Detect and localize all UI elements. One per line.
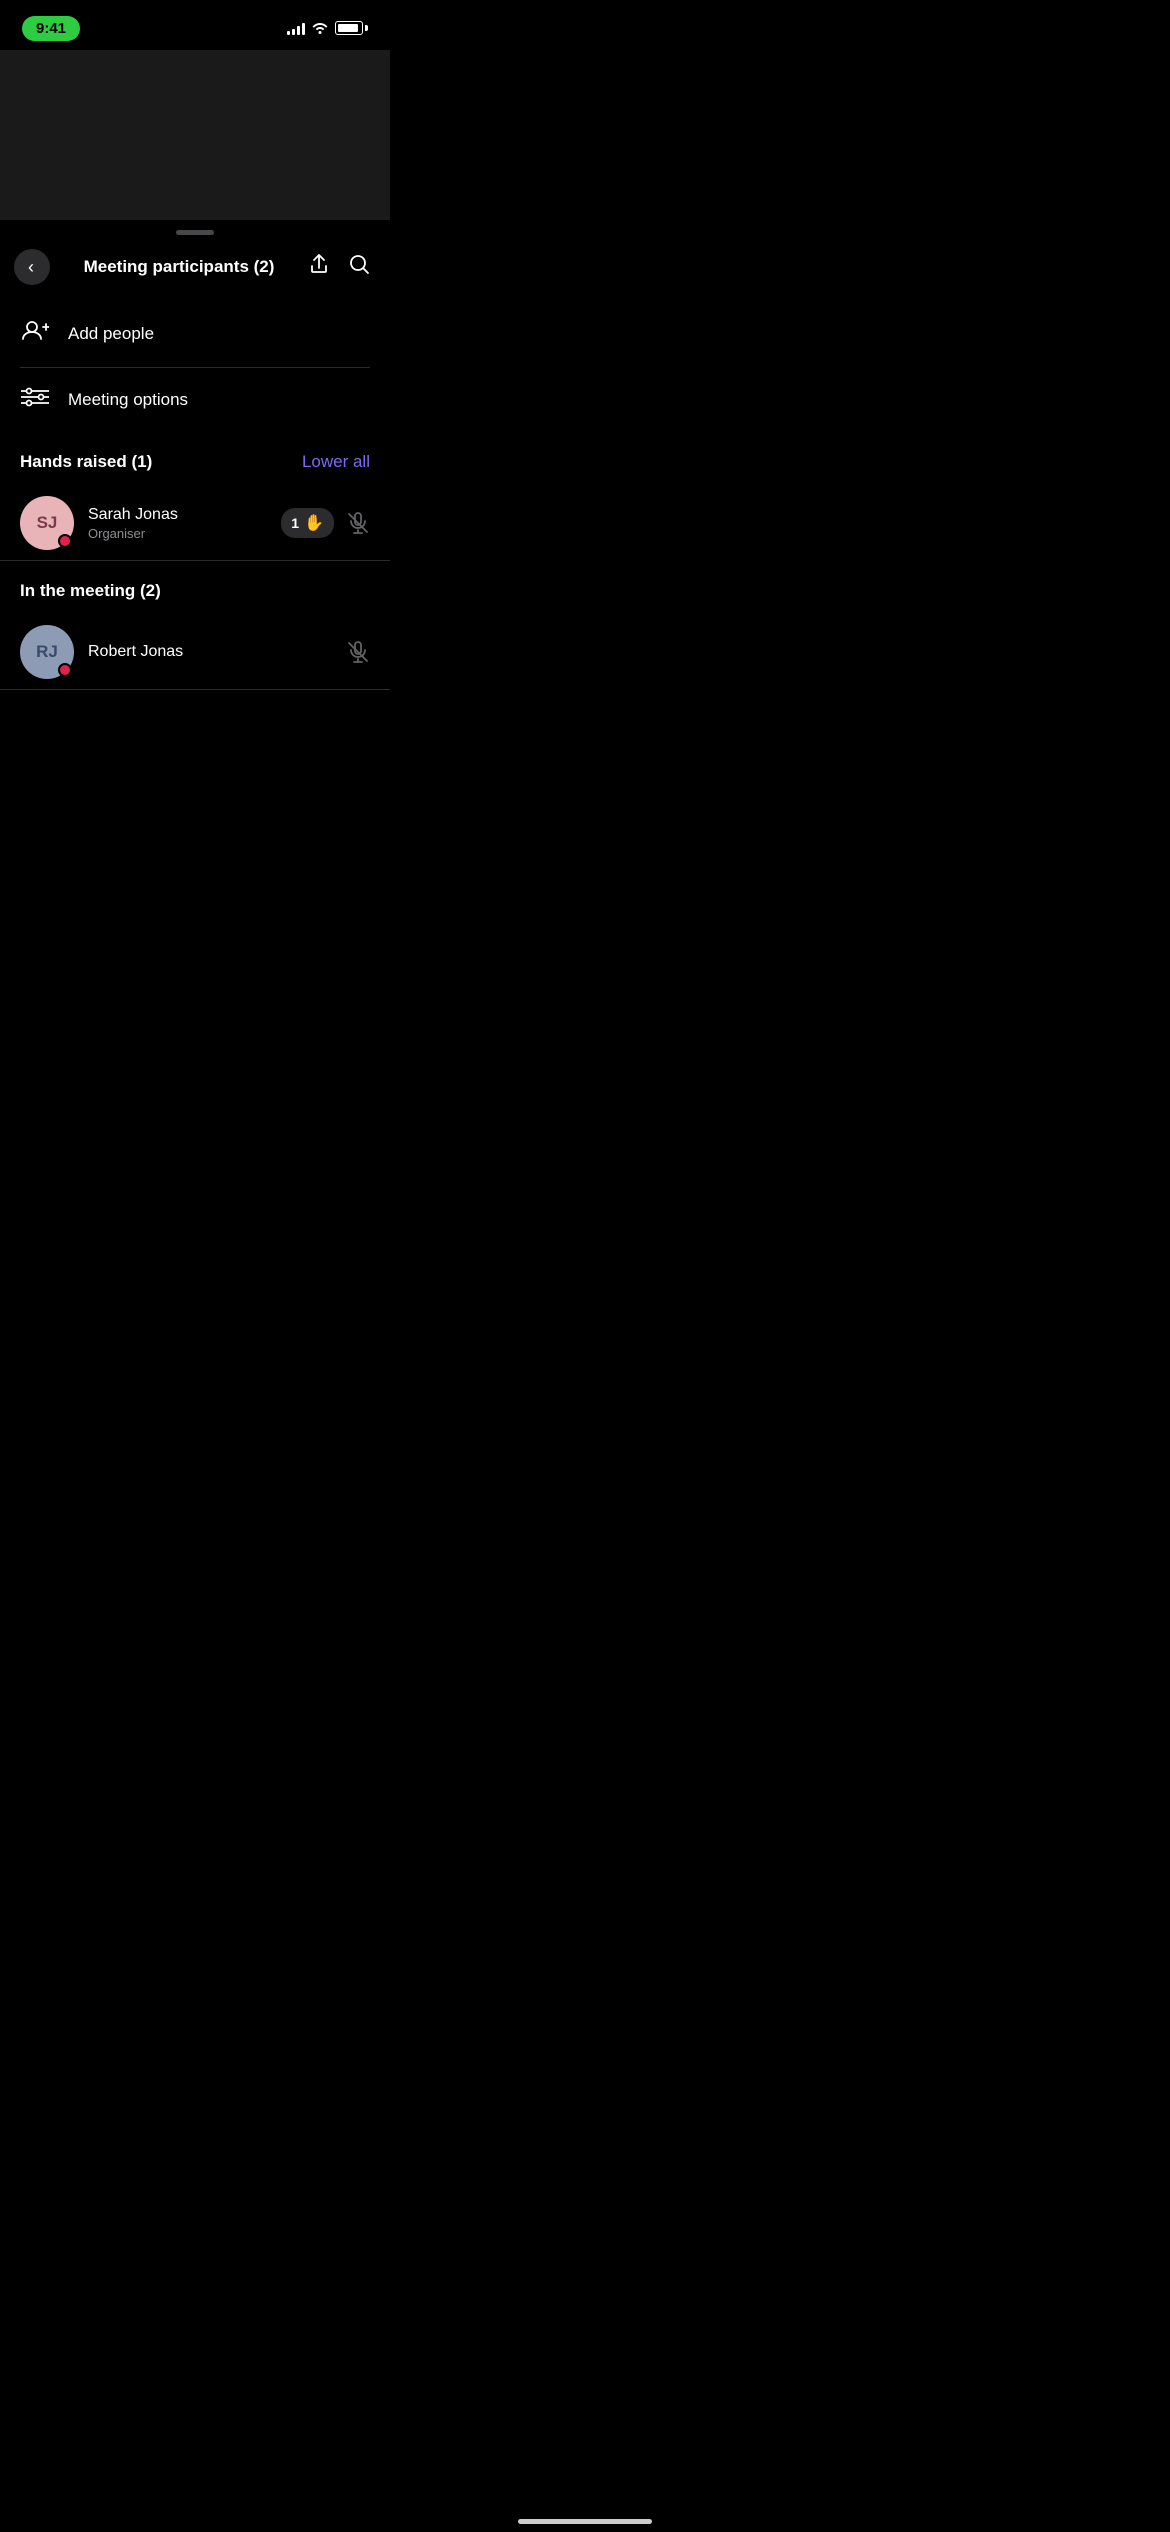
back-button[interactable]: ‹: [14, 249, 50, 285]
participant-actions-robert-jonas: [346, 640, 370, 664]
page-title: Meeting participants (2): [50, 257, 308, 277]
meeting-options-item[interactable]: Meeting options: [20, 368, 370, 432]
mute-icon-sarah-jonas[interactable]: [346, 511, 370, 535]
in-meeting-title: In the meeting (2): [20, 581, 161, 601]
meeting-options-label: Meeting options: [68, 390, 188, 410]
header-actions: [308, 253, 370, 281]
hand-count: 1: [291, 515, 299, 531]
header: ‹ Meeting participants (2): [0, 241, 390, 301]
in-meeting-section-header: In the meeting (2): [0, 561, 390, 615]
avatar-initials-sj: SJ: [37, 513, 58, 533]
status-time: 9:41: [22, 16, 80, 41]
participant-name-sarah-jonas: Sarah Jonas: [88, 506, 281, 524]
menu-section: Add people Meeting options: [0, 301, 390, 432]
participant-info-sarah-jonas: Sarah Jonas Organiser: [88, 506, 281, 541]
participant-name-robert-jonas: Robert Jonas: [88, 643, 346, 661]
participant-row-robert-jonas[interactable]: RJ Robert Jonas: [0, 615, 390, 690]
hands-raised-section-header: Hands raised (1) Lower all: [0, 432, 390, 486]
video-area: [0, 50, 390, 220]
avatar-sarah-jonas: SJ: [20, 496, 74, 550]
online-dot-sj: [58, 534, 72, 548]
share-button[interactable]: [308, 253, 330, 281]
raise-hand-badge[interactable]: 1 ✋: [281, 508, 334, 538]
meeting-options-icon: [20, 386, 50, 414]
mute-icon-robert-jonas[interactable]: [346, 640, 370, 664]
handle-bar: [176, 230, 214, 235]
search-button[interactable]: [348, 253, 370, 281]
add-people-label: Add people: [68, 324, 154, 344]
participant-row-sarah-jonas[interactable]: SJ Sarah Jonas Organiser 1 ✋: [0, 486, 390, 561]
signal-bars-icon: [287, 21, 305, 35]
add-people-item[interactable]: Add people: [20, 301, 370, 368]
battery-icon: [335, 21, 368, 35]
hands-raised-title: Hands raised (1): [20, 452, 152, 472]
participant-info-robert-jonas: Robert Jonas: [88, 643, 346, 661]
avatar-robert-jonas: RJ: [20, 625, 74, 679]
online-dot-rj: [58, 663, 72, 677]
participant-role-sarah-jonas: Organiser: [88, 526, 281, 541]
back-chevron-icon: ‹: [28, 257, 34, 278]
raised-hand-icon: ✋: [304, 513, 324, 533]
home-indicator: [518, 2519, 652, 2524]
sheet-handle: [0, 220, 390, 241]
status-icons: [287, 20, 368, 37]
lower-all-button[interactable]: Lower all: [302, 452, 370, 472]
participant-actions-sarah-jonas: 1 ✋: [281, 508, 370, 538]
add-people-icon: [20, 319, 50, 349]
status-bar: 9:41: [0, 0, 390, 50]
avatar-initials-rj: RJ: [36, 642, 58, 662]
wifi-icon: [311, 20, 329, 37]
